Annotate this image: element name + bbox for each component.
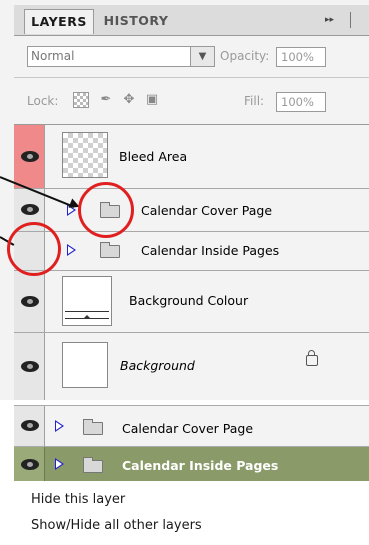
tab-history[interactable]: HISTORY [95, 9, 177, 34]
layer-name[interactable]: Calendar Cover Page [141, 203, 272, 218]
layer-name[interactable]: Calendar Cover Page [122, 421, 253, 436]
layer-name[interactable]: Background [120, 358, 195, 373]
expand-triangle-icon[interactable] [55, 420, 64, 432]
expand-triangle-icon[interactable] [67, 244, 76, 256]
eye-icon [21, 361, 39, 372]
chevron-down-icon[interactable]: ▼ [191, 46, 215, 67]
tab-separator [350, 12, 351, 28]
eye-icon [21, 151, 39, 162]
eye-icon [21, 459, 39, 470]
layer-visibility-toggle[interactable] [14, 271, 45, 332]
opacity-label: Opacity: [220, 49, 270, 63]
layer-visibility-toggle[interactable] [14, 333, 45, 400]
lock-transparent-icon[interactable] [73, 92, 89, 108]
layer-thumbnail [62, 132, 108, 178]
eye-icon [21, 204, 39, 215]
lock-label: Lock: [27, 94, 59, 108]
annotation-circle [78, 182, 134, 238]
layer-name[interactable]: Background Colour [129, 293, 248, 308]
layer-name[interactable]: Calendar Inside Pages [141, 243, 279, 258]
fill-field[interactable]: 100% [276, 92, 326, 112]
fill-label: Fill: [244, 94, 265, 108]
lock-brush-icon[interactable]: ✒ [98, 92, 114, 108]
layer-name[interactable]: Bleed Area [119, 149, 187, 164]
folder-icon [83, 419, 103, 435]
tab-layers[interactable]: LAYERS [24, 9, 94, 34]
menu-item-show-hide-others[interactable]: Show/Hide all other layers [31, 518, 202, 533]
layer-visibility-toggle[interactable] [14, 125, 45, 188]
blend-mode-select[interactable]: Normal [27, 46, 191, 67]
lock-all-icon[interactable]: ▣ [144, 92, 160, 108]
divider [14, 231, 369, 232]
layer-thumbnail [62, 342, 108, 388]
lock-shackle [308, 350, 315, 356]
lock-icon [306, 350, 318, 366]
folder-icon [100, 242, 120, 258]
divider [14, 270, 369, 271]
divider [14, 188, 369, 189]
layer-thumbnail [62, 276, 112, 326]
folder-icon [83, 457, 103, 473]
opacity-field[interactable]: 100% [276, 47, 326, 67]
eye-icon [21, 296, 39, 307]
annotation-circle [7, 222, 61, 276]
expand-triangle-icon[interactable] [55, 458, 64, 470]
menu-item-hide-layer[interactable]: Hide this layer [31, 492, 125, 507]
divider [14, 124, 369, 125]
eye-icon [21, 420, 39, 431]
panel-menu-icon[interactable]: ▸▸ [325, 9, 345, 31]
thumb-line [65, 311, 109, 312]
divider [14, 332, 369, 333]
lock-move-icon[interactable]: ✥ [121, 92, 137, 108]
layer-name[interactable]: Calendar Inside Pages [122, 458, 278, 473]
layer-visibility-toggle[interactable] [14, 406, 45, 446]
layer-visibility-toggle[interactable] [14, 447, 45, 481]
divider [14, 77, 369, 78]
thumb-marker [83, 315, 91, 319]
